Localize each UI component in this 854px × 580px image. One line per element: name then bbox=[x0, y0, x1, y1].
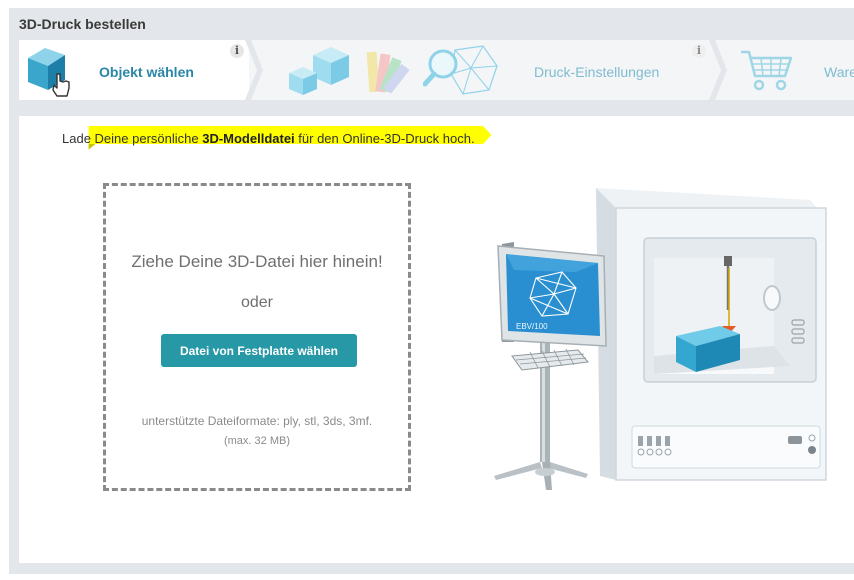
file-drop-zone[interactable]: Ziehe Deine 3D-Datei hier hinein! oder D… bbox=[103, 183, 411, 491]
shopping-cart-icon bbox=[741, 50, 793, 91]
step-label-objekt: Objekt wählen bbox=[99, 64, 194, 80]
step-objekt-waehlen[interactable]: Objekt wählen i bbox=[19, 40, 249, 100]
choose-file-button[interactable]: Datei von Festplatte wählen bbox=[161, 334, 357, 367]
step-separator-chevron bbox=[709, 40, 727, 100]
step-separator-chevron bbox=[245, 40, 263, 100]
step-label-druck-einstellungen[interactable]: Druck-Einstellungen bbox=[534, 64, 659, 80]
supported-formats: unterstützte Dateiformate: ply, stl, 3ds… bbox=[141, 414, 373, 428]
monitor-brand: EBV/100 bbox=[516, 322, 548, 331]
3d-printer-illustration: EBV/100 bbox=[494, 188, 827, 490]
info-icon[interactable]: i bbox=[692, 44, 706, 58]
cubes-icon bbox=[289, 47, 349, 95]
max-file-size: (max. 32 MB) bbox=[223, 435, 290, 447]
step-label-warenkorb[interactable]: Ware bbox=[824, 64, 854, 80]
color-swatch-icon bbox=[366, 51, 410, 94]
magnifier-mesh-icon bbox=[423, 45, 498, 95]
drop-zone-or: oder bbox=[240, 294, 274, 311]
step-bar: Objekt wählen i Druck-Einstellungen i Wa… bbox=[19, 40, 854, 100]
cube-cursor-icon bbox=[28, 48, 70, 97]
drop-zone-title: Ziehe Deine 3D-Datei hier hinein! bbox=[131, 252, 383, 271]
banner-text: Lade Deine persönliche 3D-Modelldatei fü… bbox=[62, 131, 475, 146]
info-icon[interactable]: i bbox=[230, 44, 244, 58]
page-title: 3D-Druck bestellen bbox=[19, 16, 146, 32]
